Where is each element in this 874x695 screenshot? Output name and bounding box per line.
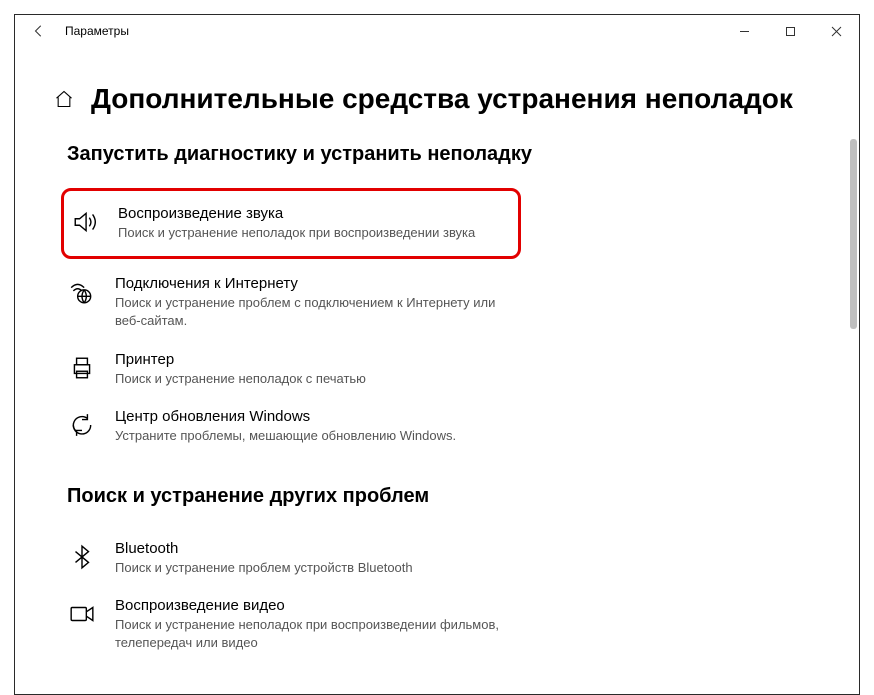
item-desc: Устраните проблемы, мешающие обновлению … (115, 427, 515, 445)
section-heading-diagnose: Запустить диагностику и устранить непола… (67, 143, 859, 166)
item-desc: Поиск и устранение неполадок при воспрои… (118, 224, 502, 242)
troubleshoot-item-audio[interactable]: Воспроизведение звука Поиск и устранение… (64, 199, 502, 248)
troubleshoot-item-printer[interactable]: Принтер Поиск и устранение неполадок с п… (67, 341, 827, 398)
home-button[interactable] (53, 88, 75, 110)
item-desc: Поиск и устранение неполадок с печатью (115, 370, 515, 388)
item-title: Принтер (115, 351, 815, 368)
window-title: Параметры (65, 24, 129, 38)
highlight-box: Воспроизведение звука Поиск и устранение… (61, 188, 521, 259)
titlebar: Параметры (15, 15, 859, 47)
item-title: Bluetooth (115, 540, 815, 557)
back-button[interactable] (29, 21, 49, 41)
maximize-button[interactable] (767, 15, 813, 47)
item-title: Подключения к Интернету (115, 275, 815, 292)
video-icon (67, 599, 97, 629)
item-desc: Поиск и устранение проблем с подключение… (115, 294, 515, 330)
item-title: Центр обновления Windows (115, 408, 815, 425)
troubleshoot-item-update[interactable]: Центр обновления Windows Устраните пробл… (67, 398, 827, 455)
wifi-globe-icon (67, 277, 97, 307)
page-title: Дополнительные средства устранения непол… (91, 83, 793, 115)
bluetooth-icon (67, 542, 97, 572)
refresh-icon (67, 410, 97, 440)
minimize-button[interactable] (721, 15, 767, 47)
printer-icon (67, 353, 97, 383)
item-desc: Поиск и устранение проблем устройств Blu… (115, 559, 515, 577)
item-desc: Поиск и устранение неполадок при воспрои… (115, 616, 515, 652)
speaker-icon (70, 207, 100, 237)
section-heading-other: Поиск и устранение других проблем (67, 485, 859, 508)
troubleshoot-item-bluetooth[interactable]: Bluetooth Поиск и устранение проблем уст… (67, 530, 827, 587)
troubleshoot-item-video[interactable]: Воспроизведение видео Поиск и устранение… (67, 587, 827, 662)
item-title: Воспроизведение звука (118, 205, 502, 222)
scrollbar[interactable] (850, 139, 857, 329)
close-button[interactable] (813, 15, 859, 47)
item-title: Воспроизведение видео (115, 597, 815, 614)
troubleshoot-item-internet[interactable]: Подключения к Интернету Поиск и устранен… (67, 265, 827, 340)
